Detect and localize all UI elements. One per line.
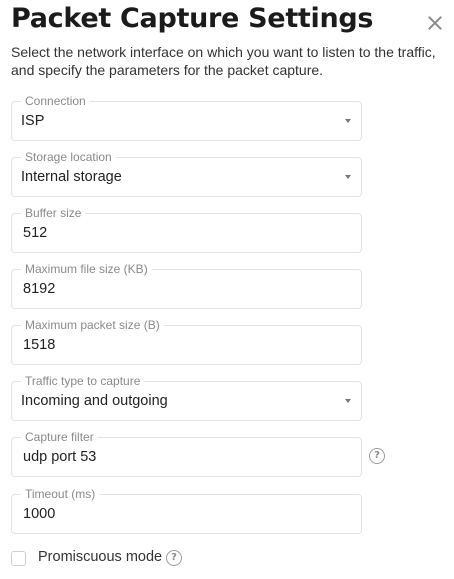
buffer-size-value[interactable]: 512 [23,225,47,241]
chevron-down-icon [345,175,351,179]
promiscuous-mode-label: Promiscuous mode [38,549,163,565]
max-packet-size-label: Maximum packet size (B) [21,318,164,332]
help-icon[interactable]: ? [369,448,385,464]
buffer-size-label: Buffer size [21,206,86,220]
max-packet-size-value[interactable]: 1518 [23,337,55,353]
timeout-value[interactable]: 1000 [23,506,55,522]
max-file-size-value[interactable]: 8192 [23,281,55,297]
capture-filter-field[interactable]: Capture filter udp port 53 [11,430,362,477]
dialog-title: Packet Capture Settings [11,3,374,34]
max-packet-size-field[interactable]: Maximum packet size (B) 1518 [11,318,362,365]
close-icon[interactable] [426,14,444,32]
traffic-type-value: Incoming and outgoing [21,393,168,409]
max-file-size-field[interactable]: Maximum file size (KB) 8192 [11,262,362,309]
promiscuous-mode-checkbox[interactable] [11,551,26,566]
chevron-down-icon [345,399,351,403]
connection-label: Connection [21,94,90,108]
buffer-size-field[interactable]: Buffer size 512 [11,206,362,253]
help-icon[interactable]: ? [166,550,182,566]
traffic-type-select[interactable]: Traffic type to capture Incoming and out… [11,374,362,421]
capture-filter-label: Capture filter [21,430,98,444]
capture-filter-value[interactable]: udp port 53 [23,449,96,465]
connection-select[interactable]: Connection ISP [11,94,362,141]
connection-value: ISP [21,113,45,129]
traffic-type-label: Traffic type to capture [21,374,145,388]
timeout-field[interactable]: Timeout (ms) 1000 [11,487,362,534]
storage-location-label: Storage location [21,150,116,164]
max-file-size-label: Maximum file size (KB) [21,262,152,276]
dialog-description: Select the network interface on which yo… [11,44,436,78]
chevron-down-icon [345,119,351,123]
storage-location-select[interactable]: Storage location Internal storage [11,150,362,197]
timeout-label: Timeout (ms) [21,487,100,501]
storage-location-value: Internal storage [21,169,122,185]
